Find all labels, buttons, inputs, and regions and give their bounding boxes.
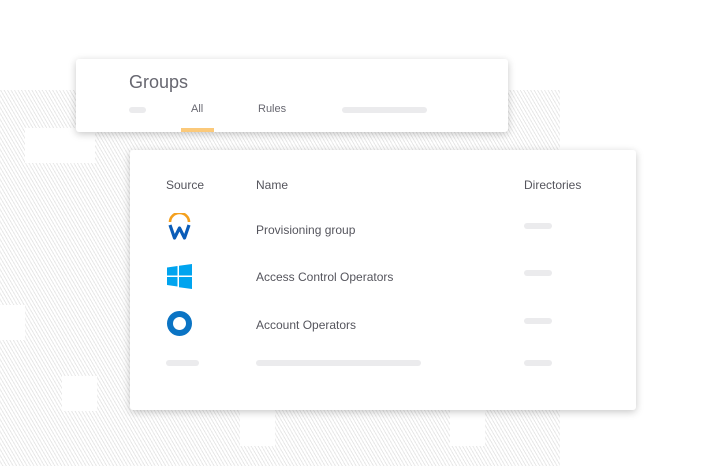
group-name: Provisioning group xyxy=(256,223,356,237)
group-name: Account Operators xyxy=(256,318,357,332)
groups-header-card: Groups All Rules xyxy=(76,59,508,132)
directories-placeholder xyxy=(524,318,552,324)
column-header-source[interactable]: Source xyxy=(166,178,204,192)
page-title: Groups xyxy=(129,72,189,92)
background-block xyxy=(25,128,95,163)
column-header-directories[interactable]: Directories xyxy=(524,178,581,192)
windows-icon xyxy=(167,264,192,289)
background-block xyxy=(240,410,275,446)
ring-directory-icon xyxy=(167,311,192,336)
background-block xyxy=(450,410,485,446)
column-header-name[interactable]: Name xyxy=(256,178,288,192)
workday-icon xyxy=(168,213,191,240)
placeholder xyxy=(166,360,199,366)
directories-placeholder xyxy=(524,223,552,229)
background-block xyxy=(62,376,97,411)
placeholder-tab xyxy=(129,107,146,113)
placeholder xyxy=(256,360,421,366)
placeholder-tab xyxy=(342,107,427,113)
tab-rules[interactable]: Rules xyxy=(258,103,286,115)
group-name: Access Control Operators xyxy=(256,270,394,284)
directories-placeholder xyxy=(524,270,552,276)
tab-all[interactable]: All xyxy=(191,103,203,115)
background-block xyxy=(0,305,25,340)
active-tab-indicator xyxy=(181,128,214,132)
placeholder xyxy=(524,360,552,366)
groups-table: Source Name Directories Provisioning gro… xyxy=(130,150,636,410)
